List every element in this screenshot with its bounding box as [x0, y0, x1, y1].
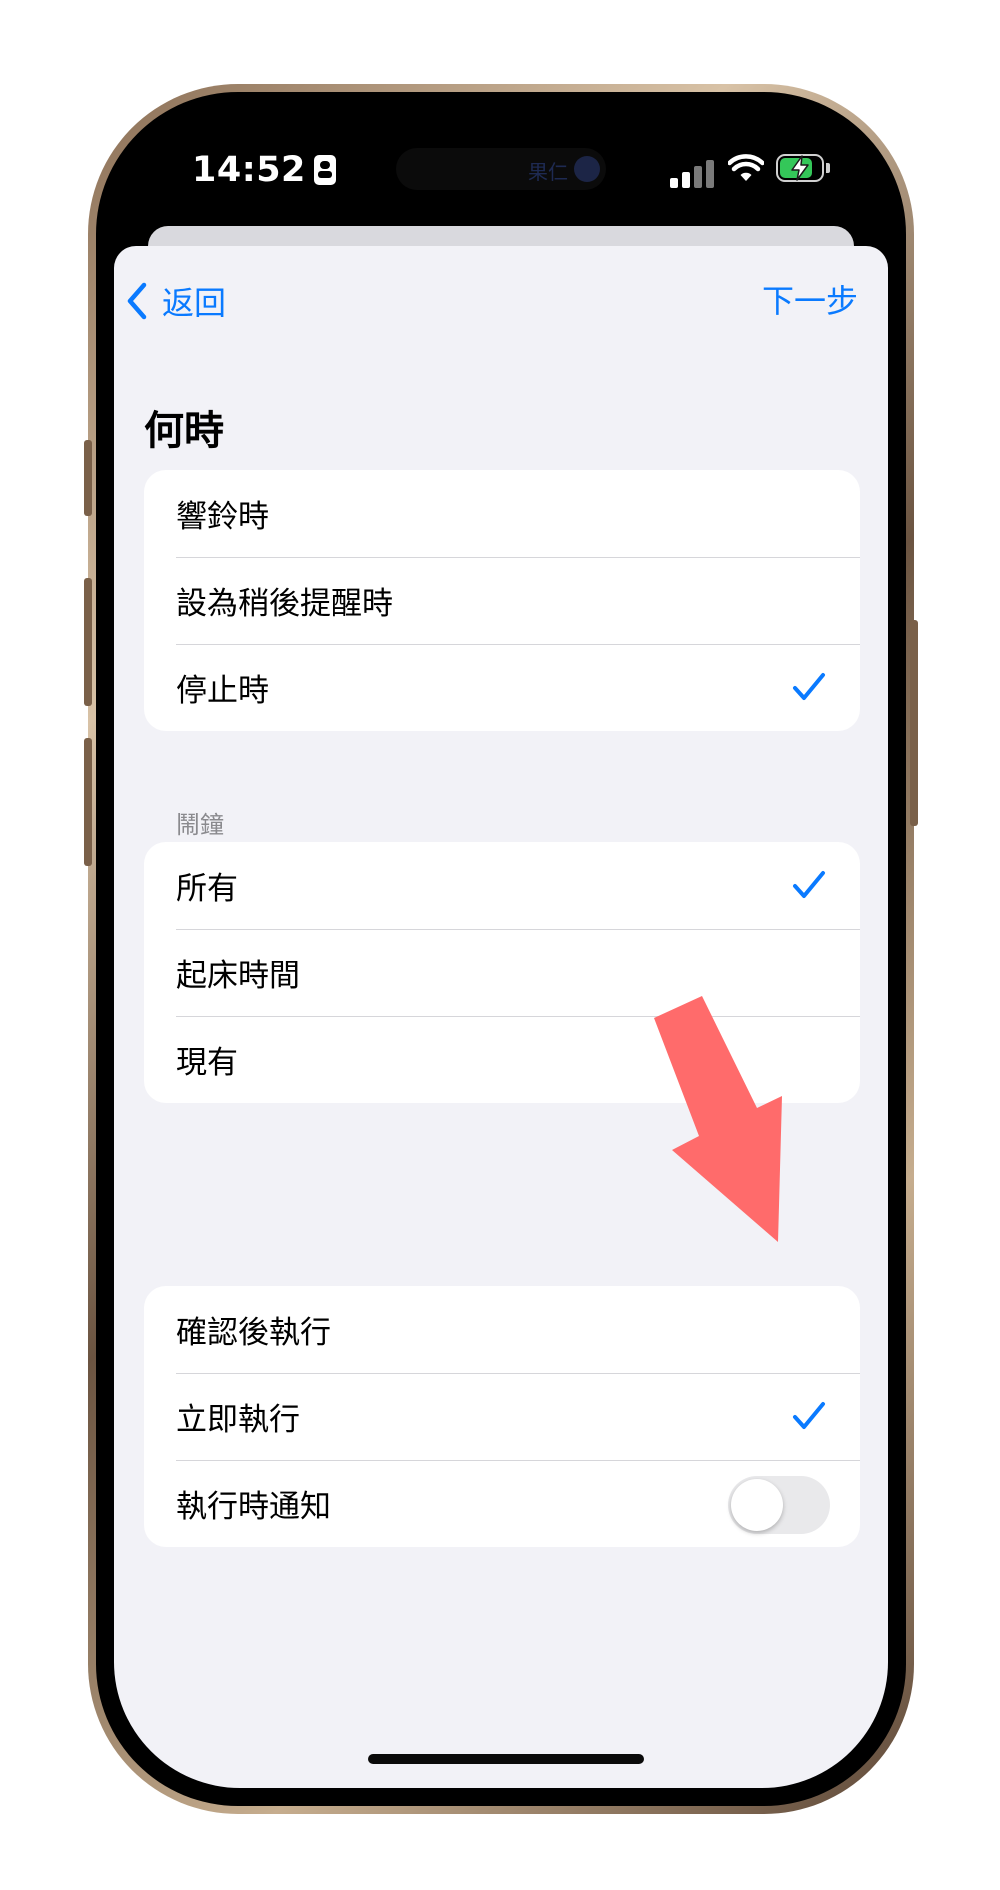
list-item-run-after-confirm[interactable]: 確認後執行: [144, 1286, 860, 1373]
home-indicator: [368, 1754, 644, 1764]
list-item-run-immediately[interactable]: 立即執行: [144, 1373, 860, 1460]
list-item-label: 所有: [176, 871, 238, 907]
volume-down-button: [84, 738, 92, 866]
trigger-group: 響鈴時 設為稍後提醒時 停止時: [144, 470, 860, 731]
chevron-left-icon: [127, 282, 147, 320]
list-item-snooze[interactable]: 設為稍後提醒時: [144, 557, 860, 644]
section-header-alarm: 鬧鐘: [176, 811, 224, 839]
list-item-all[interactable]: 所有: [144, 842, 860, 929]
annotation-arrow-icon: [654, 996, 782, 1242]
status-time: 14:52: [192, 150, 336, 190]
checkmark-icon: [793, 871, 825, 898]
battery-tip: [826, 163, 830, 173]
checkmark-icon: [793, 673, 825, 700]
back-button-label: 返回: [162, 284, 227, 322]
page-title: 何時: [144, 408, 224, 454]
contact-card-icon: [313, 155, 336, 185]
list-item-label: 執行時通知: [176, 1489, 331, 1525]
next-button[interactable]: 下一步: [762, 276, 858, 326]
notify-toggle[interactable]: [728, 1476, 830, 1534]
list-item-label: 立即執行: [176, 1402, 300, 1438]
toggle-knob: [731, 1479, 783, 1531]
list-item-label: 停止時: [176, 673, 269, 709]
run-group: 確認後執行 立即執行 執行時通知: [144, 1286, 860, 1547]
volume-up-button: [84, 578, 92, 706]
list-item-label: 確認後執行: [176, 1315, 331, 1351]
list-item-label: 設為稍後提醒時: [176, 586, 393, 622]
power-button: [910, 620, 918, 826]
list-item-label: 響鈴時: [176, 499, 269, 535]
list-item-ring[interactable]: 響鈴時: [144, 470, 860, 557]
list-item-notify-when-run: 執行時通知: [144, 1460, 860, 1547]
checkmark-icon: [793, 1402, 825, 1429]
wifi-icon: [728, 154, 764, 181]
phone-screen: 14:52 果仁 返回 下一步 何時 響鈴時 設為稍後提醒時 停止時 鬧鐘 所有…: [114, 110, 888, 1788]
island-label: 果仁: [528, 160, 568, 184]
cellular-signal-icon: [670, 158, 718, 188]
list-item-label: 現有: [176, 1045, 238, 1081]
list-item-label: 起床時間: [176, 958, 300, 994]
profile-icon: [574, 156, 600, 182]
action-button: [84, 440, 92, 516]
charging-bolt-icon: [791, 155, 809, 181]
back-button[interactable]: 返回: [126, 276, 226, 326]
list-item-stop[interactable]: 停止時: [144, 644, 860, 731]
